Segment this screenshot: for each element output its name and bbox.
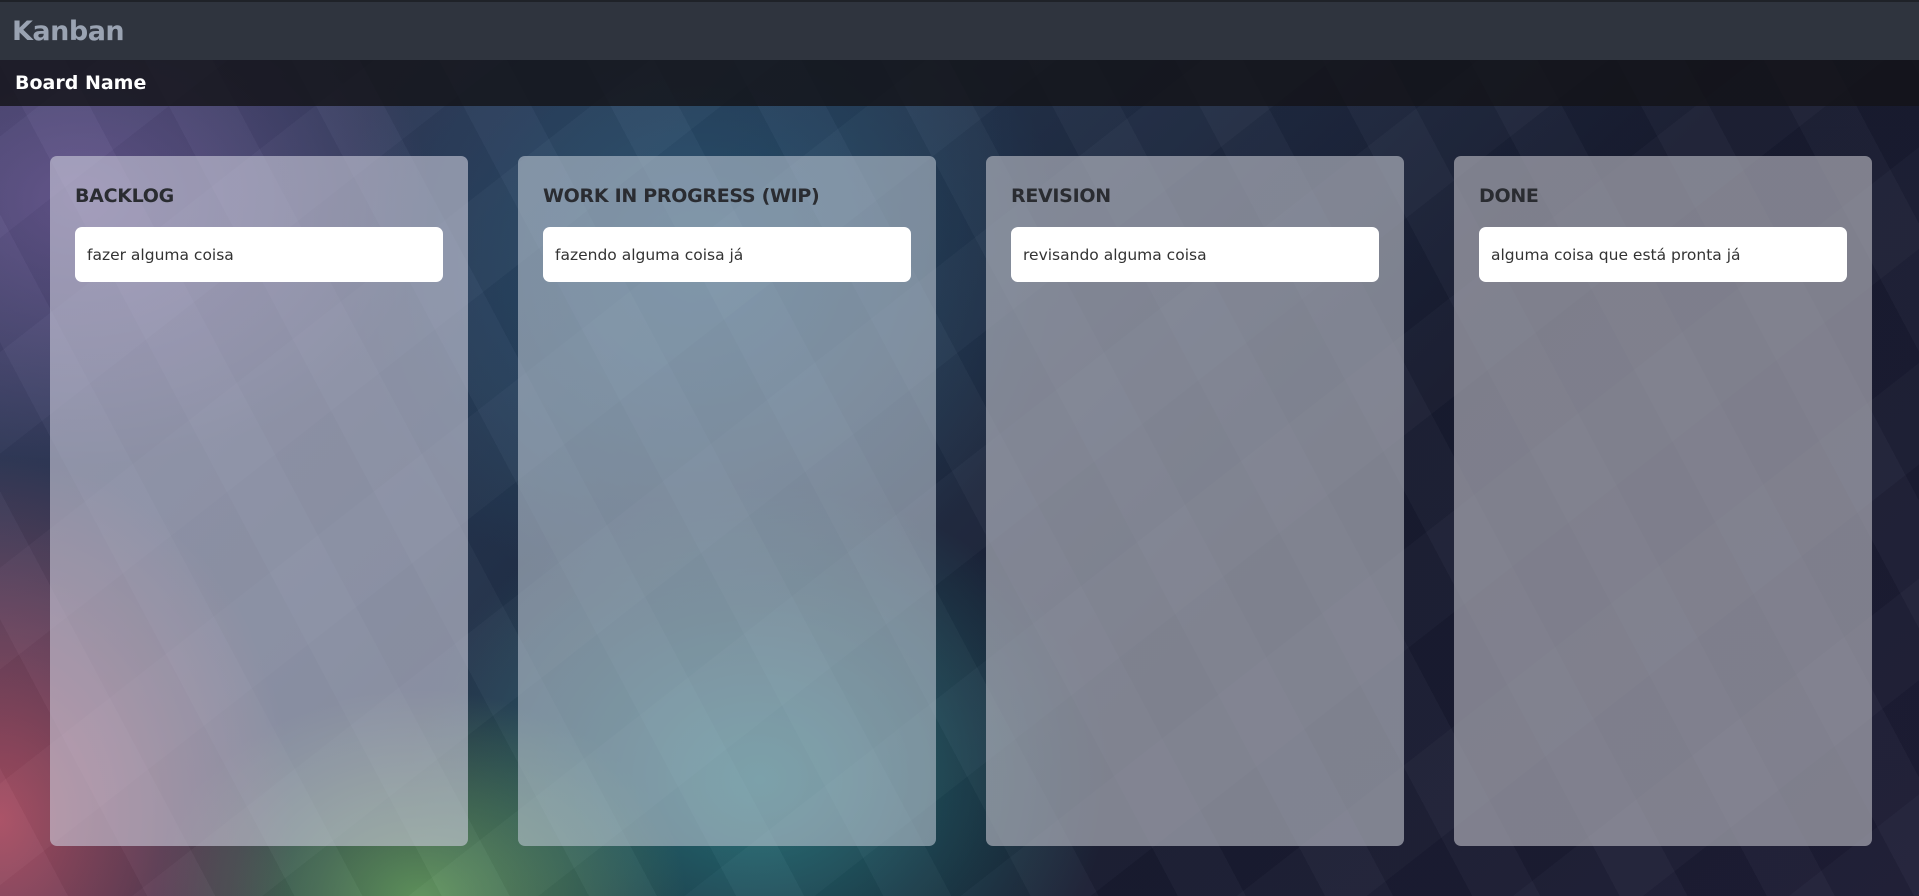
column-done[interactable]: DONE alguma coisa que está pronta já — [1454, 156, 1872, 846]
board-name[interactable]: Board Name — [15, 72, 146, 94]
column-title: BACKLOG — [75, 185, 174, 207]
task-card[interactable]: fazendo alguma coisa já — [543, 227, 911, 282]
column-backlog[interactable]: BACKLOG fazer alguma coisa — [50, 156, 468, 846]
task-card[interactable]: revisando alguma coisa — [1011, 227, 1379, 282]
column-title: DONE — [1479, 185, 1539, 207]
task-card[interactable]: fazer alguma coisa — [75, 227, 443, 282]
top-navbar: Kanban — [0, 0, 1919, 60]
task-card[interactable]: alguma coisa que está pronta já — [1479, 227, 1847, 282]
column-title: WORK IN PROGRESS (WIP) — [543, 185, 820, 207]
column-work-in-progress[interactable]: WORK IN PROGRESS (WIP) fazendo alguma co… — [518, 156, 936, 846]
app-title[interactable]: Kanban — [12, 16, 125, 47]
board-header: Board Name — [0, 60, 1919, 106]
kanban-board: BACKLOG fazer alguma coisa WORK IN PROGR… — [50, 156, 1872, 846]
column-title: REVISION — [1011, 185, 1111, 207]
column-revision[interactable]: REVISION revisando alguma coisa — [986, 156, 1404, 846]
